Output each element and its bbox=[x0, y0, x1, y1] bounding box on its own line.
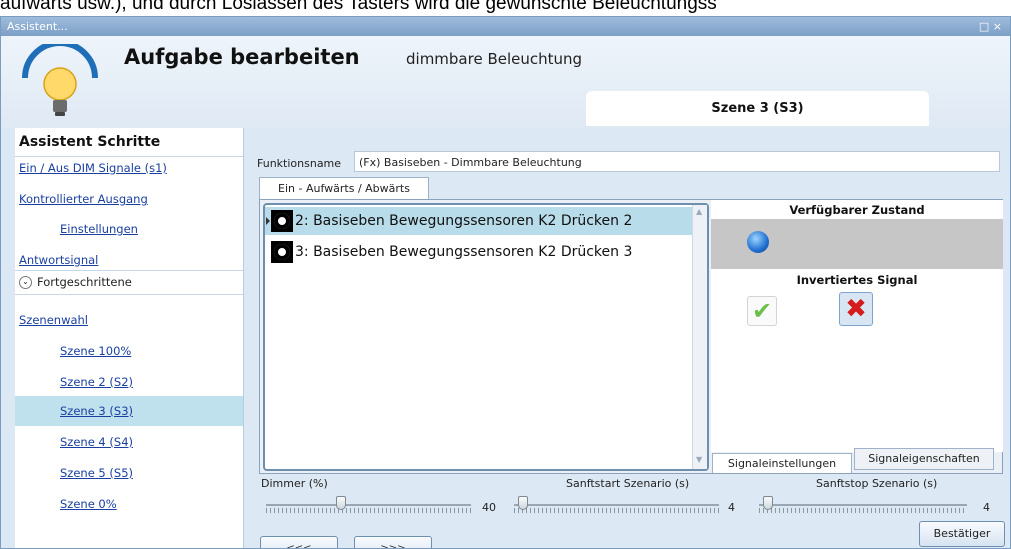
inverted-signal-heading: Invertiertes Signal bbox=[796, 273, 918, 287]
confirm-button[interactable]: Bestätiger bbox=[919, 521, 1005, 547]
lightbulb-icon bbox=[22, 44, 98, 116]
list-item-text: 3: Basiseben Bewegungssensoren K2 Drücke… bbox=[295, 244, 633, 260]
function-name-label: Funktionsname bbox=[257, 157, 342, 170]
document-text-line: aufwärts usw.), und durch Loslassen des … bbox=[0, 0, 717, 14]
sidebar-item-controlled-output[interactable]: Kontrollierter Ausgang bbox=[19, 192, 148, 206]
advanced-label: Fortgeschrittene bbox=[37, 275, 132, 289]
slider-thumb[interactable] bbox=[336, 496, 346, 510]
list-scrollbar[interactable]: ▲ ▼ bbox=[692, 205, 707, 469]
sidebar-item-scene-4[interactable]: Szene 4 (S4) bbox=[60, 435, 133, 449]
signal-state-panel: Verfügbarer Zustand Invertiertes Signal … bbox=[711, 200, 1003, 452]
sidebar-item-response-signal[interactable]: Antwortsignal bbox=[19, 253, 98, 267]
available-state-heading: Verfügbarer Zustand bbox=[789, 203, 925, 217]
slider-thumb[interactable] bbox=[518, 496, 528, 510]
signal-list: 2: Basiseben Bewegungssensoren K2 Drücke… bbox=[263, 203, 709, 471]
previous-button[interactable]: <<< bbox=[260, 536, 338, 548]
soft-stop-label: Sanftstop Szenario (s) bbox=[816, 477, 938, 490]
sensor-icon bbox=[271, 241, 293, 263]
slider-thumb[interactable] bbox=[763, 496, 773, 510]
tab-signal-settings[interactable]: Signaleinstellungen bbox=[712, 453, 852, 473]
soft-start-label: Sanftstart Szenario (s) bbox=[566, 477, 690, 490]
scroll-down-icon[interactable]: ▼ bbox=[696, 455, 702, 464]
sidebar-item-scene-100[interactable]: Szene 100% bbox=[60, 344, 131, 358]
chevron-down-icon: ⌄ bbox=[19, 276, 32, 289]
scene-tab[interactable]: Szene 3 (S3) bbox=[586, 91, 929, 126]
advanced-toggle[interactable]: ⌄ Fortgeschrittene bbox=[19, 275, 132, 289]
blue-state-button-icon[interactable] bbox=[747, 231, 769, 253]
sidebar-title: Assistent Schritte bbox=[19, 134, 161, 150]
check-icon[interactable]: ✔ bbox=[747, 296, 777, 326]
slider-ticks bbox=[759, 508, 967, 513]
list-item[interactable]: 2: Basiseben Bewegungssensoren K2 Drücke… bbox=[265, 207, 693, 235]
divider bbox=[15, 270, 243, 271]
soft-start-value: 4 bbox=[728, 501, 735, 514]
sidebar-item-dim-signals[interactable]: Ein / Aus DIM Signale (s1) bbox=[19, 161, 167, 175]
next-button[interactable]: >>> bbox=[354, 536, 432, 548]
list-item-text: 2: Basiseben Bewegungssensoren K2 Drücke… bbox=[295, 213, 633, 229]
slider-ticks bbox=[266, 508, 471, 513]
slider-track bbox=[514, 504, 719, 506]
row-pointer-icon bbox=[266, 217, 270, 225]
slider-track bbox=[759, 504, 967, 506]
slider-ticks bbox=[514, 508, 719, 513]
page-subtitle: dimmbare Beleuchtung bbox=[406, 50, 583, 68]
slider-track bbox=[266, 504, 471, 506]
tab-signal-properties[interactable]: Signaleigenschaften bbox=[854, 448, 994, 470]
scroll-up-icon[interactable]: ▲ bbox=[696, 207, 702, 216]
sidebar-item-scene-2[interactable]: Szene 2 (S2) bbox=[60, 375, 133, 389]
sidebar-item-scene-0[interactable]: Szene 0% bbox=[60, 497, 117, 511]
soft-start-slider[interactable] bbox=[514, 494, 719, 516]
sidebar-item-scene-3[interactable]: Szene 3 (S3) bbox=[60, 404, 133, 418]
sidebar-item-scene-5[interactable]: Szene 5 (S5) bbox=[60, 466, 133, 480]
divider bbox=[15, 156, 243, 157]
window-title: Assistent... bbox=[7, 20, 68, 33]
window-titlebar: Assistent... □ × bbox=[1, 17, 1010, 36]
header: Aufgabe bearbeiten dimmbare Beleuchtung … bbox=[1, 36, 1010, 128]
list-item[interactable]: 3: Basiseben Bewegungssensoren K2 Drücke… bbox=[265, 238, 693, 266]
dimmer-slider[interactable] bbox=[266, 494, 471, 516]
divider bbox=[15, 294, 243, 295]
page-title: Aufgabe bearbeiten bbox=[124, 45, 360, 69]
sidebar-item-settings[interactable]: Einstellungen bbox=[60, 222, 138, 236]
sensor-icon bbox=[271, 210, 293, 232]
window-controls[interactable]: □ × bbox=[979, 17, 1002, 36]
main-panel: Funktionsname (Fx) Basiseben - Dimmbare … bbox=[244, 128, 1010, 548]
function-name-field[interactable]: (Fx) Basiseben - Dimmbare Beleuchtung bbox=[354, 151, 1000, 172]
close-x-icon[interactable]: ✖ bbox=[839, 292, 873, 326]
wizard-steps-sidebar: Assistent Schritte Ein / Aus DIM Signale… bbox=[15, 128, 244, 548]
tab-up-down[interactable]: Ein - Aufwärts / Abwärts bbox=[259, 177, 429, 199]
soft-stop-slider[interactable] bbox=[759, 494, 967, 516]
assistant-window: Assistent... □ × Aufgabe bearbeiten dimm… bbox=[0, 16, 1011, 549]
sidebar-item-scene-selection[interactable]: Szenenwahl bbox=[19, 313, 88, 327]
dimmer-value: 40 bbox=[482, 501, 496, 514]
signal-frame: 2: Basiseben Bewegungssensoren K2 Drücke… bbox=[259, 199, 1003, 474]
dimmer-label: Dimmer (%) bbox=[261, 477, 328, 490]
soft-stop-value: 4 bbox=[983, 501, 990, 514]
